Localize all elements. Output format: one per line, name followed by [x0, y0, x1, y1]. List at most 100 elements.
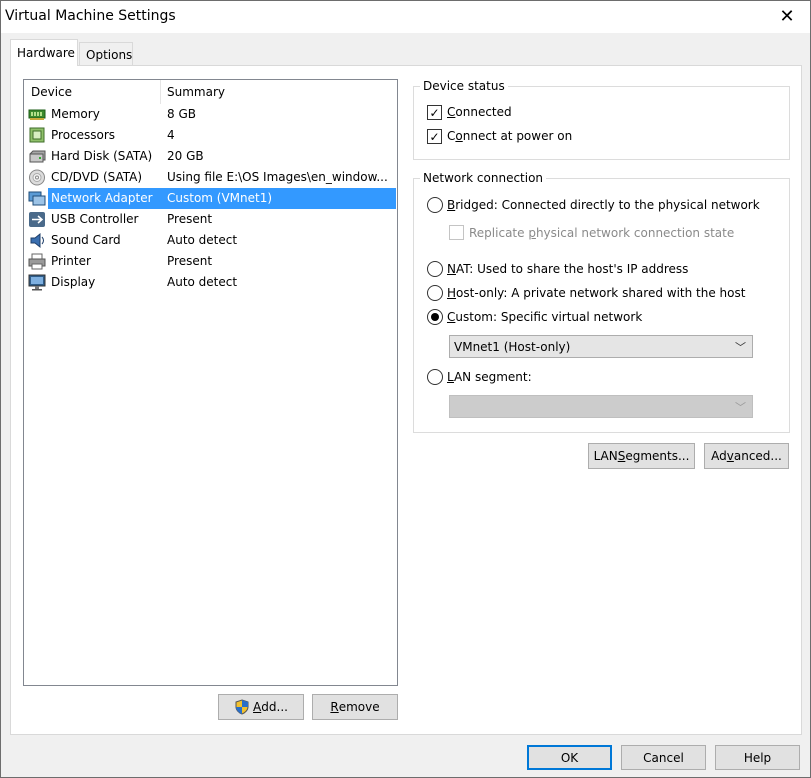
replicate-pre: Replicate — [469, 226, 529, 240]
cd-dvd-icon — [29, 169, 45, 186]
column-divider[interactable] — [160, 80, 161, 104]
device-summary: Present — [167, 212, 213, 226]
device-name: Network Adapter — [51, 191, 153, 205]
device-summary: Custom (VMnet1) — [167, 191, 273, 205]
lan-mnemonic: L — [447, 370, 454, 384]
device-row-usb-controller[interactable]: USB Controller Present — [24, 209, 396, 230]
chevron-down-icon: ﹀ — [735, 401, 746, 414]
add-label: dd... — [261, 700, 288, 714]
replicate-state-checkbox[interactable] — [449, 225, 464, 240]
tab-hardware[interactable]: Hardware — [10, 39, 78, 66]
network-adapter-icon — [28, 191, 46, 206]
lan-segment-radio[interactable] — [427, 369, 443, 385]
device-list[interactable]: Device Summary Memory 8 GB Processors 4 … — [23, 79, 398, 686]
connected-label[interactable]: Connected — [447, 105, 512, 119]
device-summary: Present — [167, 254, 213, 268]
help-label: Help — [743, 750, 772, 765]
column-header-summary[interactable]: Summary — [167, 85, 225, 99]
usb-icon — [29, 212, 45, 227]
network-connection-group: Network connection Bridged: Connected di… — [413, 171, 790, 433]
device-status-title: Device status — [420, 79, 508, 93]
device-summary: Using file E:\OS Images\en_window... — [167, 170, 388, 184]
advanced-text: anced... — [733, 449, 782, 463]
monitor-icon — [28, 274, 46, 291]
custom-label[interactable]: Custom: Specific virtual network — [447, 310, 642, 324]
device-summary: Auto detect — [167, 233, 238, 247]
device-row-network-adapter[interactable]: Network Adapter Custom (VMnet1) — [24, 188, 396, 209]
lan-segments-button[interactable]: LAN Segments... — [588, 443, 695, 469]
device-name: Printer — [51, 254, 91, 268]
column-header-device[interactable]: Device — [31, 85, 72, 99]
close-icon[interactable]: ✕ — [764, 1, 810, 32]
advanced-mnemonic: v — [726, 449, 734, 463]
advanced-pre: Ad — [711, 449, 727, 463]
lan-segment-select[interactable]: ﹀ — [449, 395, 753, 418]
lan-segments-pre: LAN — [593, 449, 618, 463]
nat-label[interactable]: NAT: Used to share the host's IP address — [447, 262, 688, 276]
cancel-label: Cancel — [643, 750, 684, 765]
cancel-button[interactable]: Cancel — [621, 745, 706, 770]
host-only-mnemonic: H — [447, 286, 457, 300]
nat-mnemonic: N — [447, 262, 456, 276]
ok-button[interactable]: OK — [527, 745, 612, 770]
help-button[interactable]: Help — [715, 745, 800, 770]
power-on-mnemonic: o — [455, 129, 463, 143]
advanced-button[interactable]: Ad v anced... — [704, 443, 789, 469]
bridged-mnemonic: B — [447, 198, 456, 212]
connect-at-power-on-checkbox[interactable]: ✓ — [427, 129, 442, 144]
host-only-label[interactable]: Host-only: A private network shared with… — [447, 286, 745, 300]
device-row-processors[interactable]: Processors 4 — [24, 125, 396, 146]
device-name: Display — [51, 275, 96, 289]
custom-network-value: VMnet1 (Host-only) — [454, 340, 571, 354]
tab-hardware-label: Hardware — [17, 46, 75, 60]
ok-label: OK — [560, 750, 579, 765]
network-connection-title: Network connection — [420, 171, 547, 185]
device-status-group: Device status ✓ Connected ✓ Connect at p… — [413, 79, 790, 160]
lan-segments-mnemonic: S — [617, 449, 626, 463]
device-name: Memory — [51, 107, 100, 121]
bridged-text: ridged: Connected directly to the physic… — [455, 198, 760, 212]
lan-segment-label[interactable]: LAN segment: — [447, 370, 532, 384]
connected-checkbox[interactable]: ✓ — [427, 105, 442, 120]
settings-window: Virtual Machine Settings ✕ Hardware Opti… — [0, 0, 811, 778]
shield-icon — [235, 699, 249, 715]
device-row-hard-disk[interactable]: Hard Disk (SATA) 20 GB — [24, 146, 396, 167]
host-only-radio[interactable] — [427, 285, 443, 301]
device-name: CD/DVD (SATA) — [51, 170, 143, 184]
window-title: Virtual Machine Settings — [5, 8, 176, 24]
host-only-text: ost-only: A private network shared with … — [456, 286, 746, 300]
replicate-state-label[interactable]: Replicate physical network connection st… — [469, 226, 734, 240]
add-button[interactable]: Add... — [218, 694, 304, 720]
add-mnemonic: A — [253, 700, 262, 714]
device-summary: 20 GB — [167, 149, 204, 163]
custom-radio[interactable] — [427, 309, 443, 325]
remove-button[interactable]: Remove — [312, 694, 398, 720]
power-on-text: nnect at power on — [462, 129, 573, 143]
device-row-cd-dvd[interactable]: CD/DVD (SATA) Using file E:\OS Images\en… — [24, 167, 396, 188]
connect-at-power-on-label[interactable]: Connect at power on — [447, 129, 572, 143]
tab-options[interactable]: Options — [79, 42, 133, 66]
lan-segments-text: egments... — [625, 449, 690, 463]
hardware-panel: Device Summary Memory 8 GB Processors 4 … — [10, 65, 802, 735]
device-name: Sound Card — [51, 233, 121, 247]
device-row-memory[interactable]: Memory 8 GB — [24, 104, 396, 125]
chevron-down-icon: ﹀ — [735, 341, 746, 354]
device-list-header: Device Summary — [24, 80, 397, 104]
bridged-label[interactable]: Bridged: Connected directly to the physi… — [447, 198, 760, 212]
nat-radio[interactable] — [427, 261, 443, 277]
device-row-printer[interactable]: Printer Present — [24, 251, 396, 272]
device-row-display[interactable]: Display Auto detect — [24, 272, 396, 293]
lan-text: AN segment: — [453, 370, 532, 384]
device-row-sound-card[interactable]: Sound Card Auto detect — [24, 230, 396, 251]
nat-text: AT: Used to share the host's IP address — [455, 262, 689, 276]
memory-icon — [28, 109, 46, 120]
hard-disk-icon — [29, 150, 46, 163]
custom-network-select[interactable]: VMnet1 (Host-only) ﹀ — [449, 335, 753, 358]
tab-options-label: Options — [86, 47, 133, 62]
device-name: USB Controller — [51, 212, 139, 226]
device-summary: 4 — [167, 128, 175, 142]
processor-icon — [29, 127, 45, 143]
bridged-radio[interactable] — [427, 197, 443, 213]
replicate-text: hysical network connection state — [535, 226, 735, 240]
remove-label: emove — [338, 700, 380, 714]
